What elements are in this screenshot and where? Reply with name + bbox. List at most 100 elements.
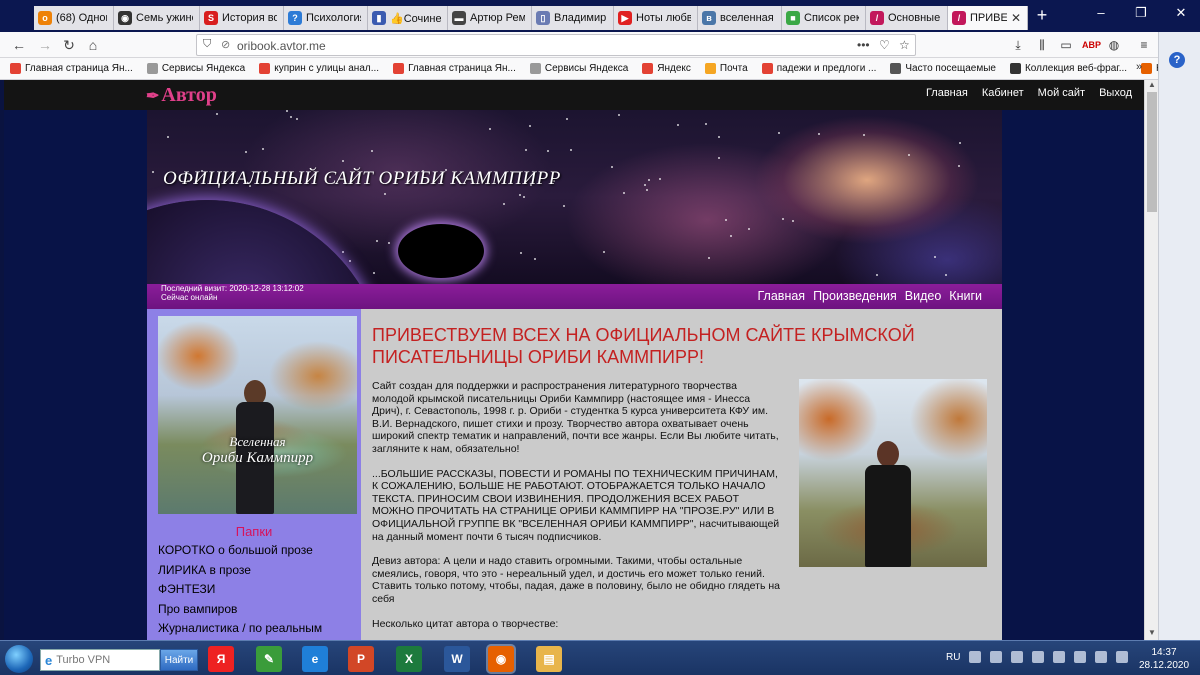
browser-tab[interactable]: в вселенная О	[698, 6, 782, 30]
scroll-up-arrow[interactable]: ▲	[1145, 80, 1159, 92]
language-indicator[interactable]: RU	[946, 652, 960, 663]
section-nav-link[interactable]: Главная	[757, 289, 805, 303]
top-nav-link[interactable]: Мой сайт	[1038, 87, 1085, 99]
reload-button[interactable]: ↻	[60, 36, 78, 54]
excel-icon[interactable]: X	[396, 646, 422, 672]
bookmarks-overflow-button[interactable]: »	[1136, 61, 1146, 73]
minimize-button[interactable]: –	[1090, 4, 1112, 22]
browser-tab[interactable]: ▬ Артюр Рембо	[448, 6, 532, 30]
pocket-icon[interactable]: ♡	[879, 38, 890, 52]
star-decoration	[945, 274, 947, 276]
page-scrollbar[interactable]: ▲ ▼	[1144, 80, 1158, 640]
folder-link[interactable]: Про вампиров	[158, 600, 358, 620]
tray-icon-volume[interactable]	[1053, 651, 1066, 663]
account-icon[interactable]: ◍	[1106, 37, 1122, 53]
browser-tab[interactable]: ◉ Семь ужино	[114, 6, 200, 30]
scroll-down-arrow[interactable]: ▼	[1145, 628, 1159, 640]
tray-icon-network[interactable]	[969, 651, 982, 663]
bookmark-item[interactable]: падежи и предлоги ...	[761, 63, 876, 74]
bookmark-item[interactable]: Коллекция веб-фраг...	[1009, 63, 1127, 74]
tray-icon-update[interactable]	[1011, 651, 1024, 663]
download-icon[interactable]: ⤓	[1010, 37, 1026, 53]
browser-tab[interactable]: ? Психология	[284, 6, 368, 30]
shield-icon[interactable]: ⛉	[203, 38, 211, 51]
bookmark-favicon-icon	[146, 63, 158, 74]
browser-tab[interactable]: ▮ 👍Сочинени	[368, 6, 448, 30]
explorer-icon[interactable]: ▤	[536, 646, 562, 672]
maximize-button[interactable]: ❐	[1130, 4, 1152, 22]
bookmark-item[interactable]: Сервисы Яндекса	[529, 63, 628, 74]
pencil-app-icon[interactable]: ✎	[256, 646, 282, 672]
star-decoration	[216, 113, 218, 115]
section-nav-link[interactable]: Произведения	[813, 289, 897, 303]
tray-icon-battery[interactable]	[1116, 651, 1129, 663]
browser-tab[interactable]: / ПРИВЕС ✕	[948, 6, 1028, 30]
moon-illustration	[398, 224, 484, 278]
word-icon[interactable]: W	[444, 646, 470, 672]
tray-icon-app[interactable]	[1032, 651, 1045, 663]
search-text[interactable]: Turbo VPN	[56, 654, 110, 666]
home-button[interactable]: ⌂	[84, 36, 102, 54]
close-tab-icon[interactable]: ✕	[1011, 11, 1021, 25]
back-button[interactable]: ←	[10, 36, 28, 54]
address-bar[interactable]: ⛉ ⊘ oribook.avtor.me ••• ♡ ☆	[196, 34, 916, 56]
search-button[interactable]: Найти	[160, 649, 198, 671]
top-nav-link[interactable]: Выход	[1099, 87, 1132, 99]
folder-link[interactable]: Журналистика / по реальным событиям	[158, 619, 358, 640]
ie-logo-icon: e	[45, 652, 53, 668]
bookmark-item[interactable]: Главная страница Ян...	[393, 63, 516, 74]
top-nav-link[interactable]: Кабинет	[982, 87, 1024, 99]
powerpoint-icon[interactable]: P	[348, 646, 374, 672]
firefox-icon[interactable]: ◉	[488, 646, 514, 672]
tab-favicon-icon: /	[870, 11, 884, 25]
system-clock[interactable]: 14:37 28.12.2020	[1134, 646, 1194, 672]
url-text[interactable]: oribook.avtor.me	[237, 39, 326, 53]
scroll-thumb[interactable]	[1147, 92, 1157, 212]
tray-icon-monitor[interactable]	[1095, 651, 1108, 663]
yandex-browser-icon[interactable]: Я	[208, 646, 234, 672]
bookmark-item[interactable]: Яндекс	[642, 63, 691, 74]
internet-explorer-icon[interactable]: e	[302, 646, 328, 672]
browser-tab[interactable]: S История вос	[200, 6, 284, 30]
help-icon[interactable]: ?	[1169, 52, 1185, 68]
bookmark-favicon-icon	[890, 63, 902, 74]
author-avatar[interactable]: Вселенная Ориби Каммпирр	[158, 316, 357, 514]
browser-tab[interactable]: ▶ Ноты любви	[614, 6, 698, 30]
start-button[interactable]	[5, 645, 33, 673]
bookmark-favicon-icon	[761, 63, 773, 74]
bookmark-item[interactable]: куприн с улицы анал...	[259, 63, 379, 74]
tray-icon-flag[interactable]	[1074, 651, 1087, 663]
tray-icon-shield[interactable]	[990, 651, 1003, 663]
page-info-icon[interactable]: ⊘	[221, 38, 230, 51]
forward-button[interactable]: →	[36, 36, 54, 54]
adblock-icon[interactable]: ABP	[1082, 37, 1101, 53]
tab-favicon-icon: о	[38, 11, 52, 25]
browser-tab[interactable]: / Основные с	[866, 6, 948, 30]
close-window-button[interactable]: ✕	[1170, 4, 1192, 22]
folder-link[interactable]: ЛИРИКА в прозе	[158, 561, 358, 581]
section-nav-link[interactable]: Книги	[949, 289, 982, 303]
author-portrait[interactable]	[799, 379, 987, 567]
star-decoration	[792, 220, 794, 222]
bookmark-item[interactable]: Главная страница Ян...	[10, 63, 133, 74]
new-tab-button[interactable]: +	[1032, 5, 1052, 25]
folder-link[interactable]: КОРОТКО о большой прозе	[158, 541, 358, 561]
library-icon[interactable]: ⫼	[1034, 37, 1050, 53]
top-nav-link[interactable]: Главная	[926, 87, 968, 99]
site-logo[interactable]: ✒ Автор	[146, 84, 217, 107]
star-decoration	[644, 184, 646, 186]
page-actions-icon[interactable]: •••	[857, 38, 870, 52]
section-nav-link[interactable]: Видео	[905, 289, 942, 303]
tab-title: 👍Сочинени	[390, 12, 441, 25]
browser-tab[interactable]: о (68) Однокл	[34, 6, 114, 30]
bookmark-star-icon[interactable]: ☆	[899, 38, 910, 52]
bookmark-item[interactable]: Сервисы Яндекса	[146, 63, 245, 74]
browser-tab[interactable]: ■ Список реко	[782, 6, 866, 30]
sidebar-icon[interactable]: ▭	[1058, 37, 1074, 53]
menu-icon[interactable]: ≡	[1136, 37, 1152, 53]
taskbar-search-field[interactable]: e Turbo VPN	[40, 649, 160, 671]
browser-tab[interactable]: ▯ Владимир Н	[532, 6, 614, 30]
bookmark-item[interactable]: Почта	[704, 63, 748, 74]
bookmark-item[interactable]: Часто посещаемые	[890, 63, 996, 74]
folder-link[interactable]: ФЭНТЕЗИ	[158, 580, 358, 600]
